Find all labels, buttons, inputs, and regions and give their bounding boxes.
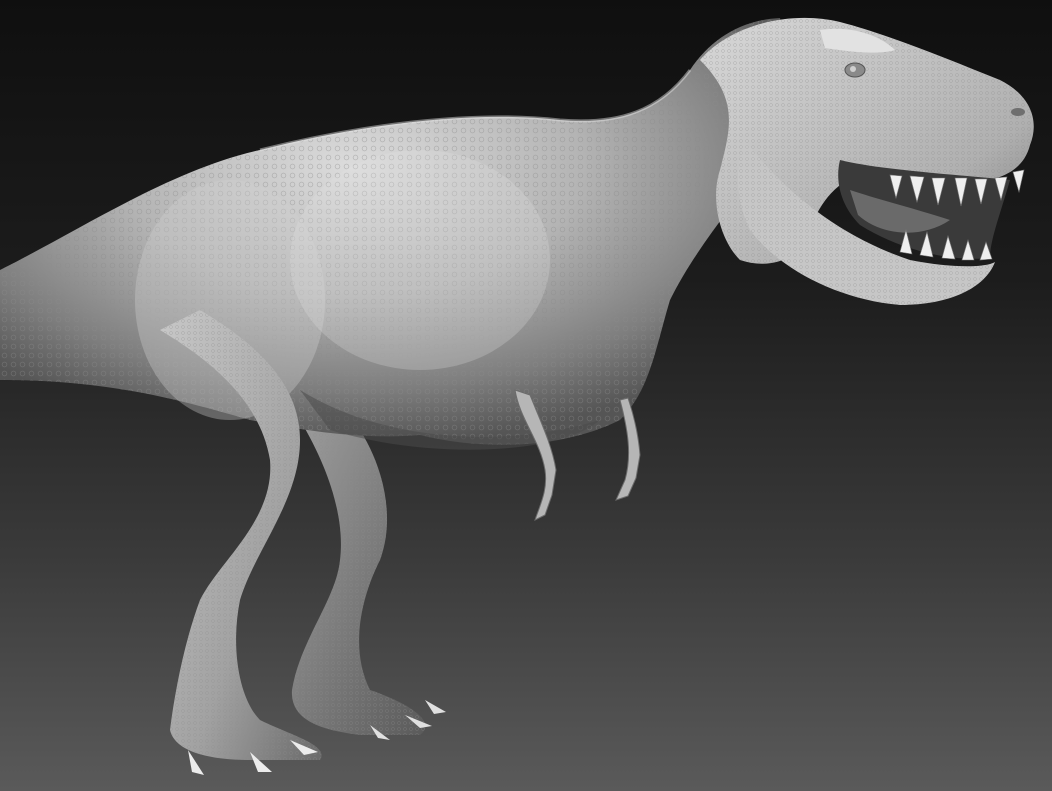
head: [700, 17, 1034, 305]
trex-sculpt-render: [0, 17, 1034, 775]
far-leg: [291, 420, 446, 740]
sculpt-viewport: [0, 0, 1052, 791]
nostril: [1011, 108, 1025, 116]
torso-and-tail: [0, 18, 785, 450]
